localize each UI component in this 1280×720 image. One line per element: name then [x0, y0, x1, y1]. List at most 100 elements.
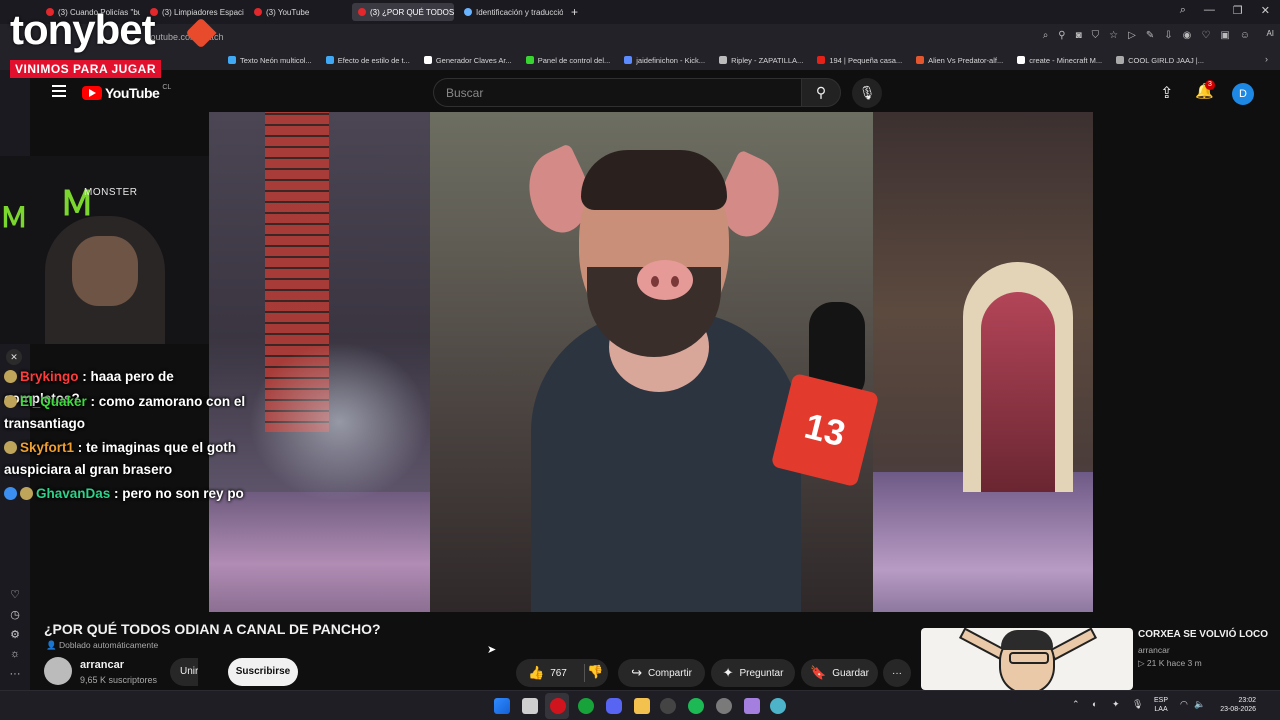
tray-app-icon[interactable]: ✦	[1112, 699, 1120, 710]
bookmark-item[interactable]: 194 | Pequeña casa...	[817, 56, 902, 65]
maximize-icon[interactable]: ❐	[1233, 4, 1243, 17]
browser-tab[interactable]: (3) Limpiadores Espaciale	[144, 3, 244, 21]
video-player[interactable]: 13	[209, 112, 1093, 612]
heart-icon[interactable]: ♡	[1201, 30, 1210, 41]
thumbs-down-icon[interactable]: 👎	[587, 664, 603, 680]
thumbs-up-icon[interactable]: 👍	[528, 665, 544, 681]
youtube-play-icon	[82, 86, 102, 100]
translate-icon[interactable]: ⚲	[1058, 30, 1065, 41]
avatar[interactable]: D	[1232, 83, 1254, 105]
settings-app-icon[interactable]	[716, 698, 732, 714]
camera-icon[interactable]: ◙	[1076, 30, 1082, 41]
more-actions-button[interactable]: ···	[883, 659, 911, 687]
like-divider	[584, 664, 585, 682]
bookmark-item[interactable]: Texto Neón multicol...	[228, 56, 312, 65]
new-tab-button[interactable]: +	[571, 5, 578, 19]
zoom-icon[interactable]: ⌕	[1043, 30, 1049, 41]
windows-start-icon[interactable]	[494, 698, 510, 714]
channel-avatar[interactable]	[44, 657, 72, 685]
gear-icon[interactable]: ⚙	[4, 628, 26, 641]
floor	[209, 492, 430, 612]
close-icon[interactable]: ✕	[1261, 4, 1270, 17]
share-button[interactable]: ↪ Compartir	[618, 659, 705, 687]
wallet-icon[interactable]: ▣	[1220, 30, 1229, 41]
bookmark-icon	[624, 56, 633, 64]
chat-badge-icon	[4, 370, 17, 383]
minimize-icon[interactable]: —	[1204, 4, 1215, 17]
browser-tab[interactable]: Identificación y traducció	[458, 3, 563, 21]
edit-icon[interactable]: ✎	[1146, 30, 1154, 41]
bookmark-item[interactable]: Efecto de estilo de t...	[325, 56, 410, 65]
folder-icon[interactable]	[634, 698, 650, 714]
video-title: ¿POR QUÉ TODOS ODIAN A CANAL DE PANCHO?	[44, 621, 381, 637]
browser-icon[interactable]	[770, 698, 786, 714]
chevron-up-icon[interactable]: ⌃	[1072, 699, 1080, 710]
bookmark-item[interactable]: Alien Vs Predator-alf...	[916, 56, 1003, 65]
search-input[interactable]: Buscar	[433, 78, 801, 107]
chevron-right-icon[interactable]: ›	[1265, 54, 1268, 64]
heart-icon[interactable]: ♡	[4, 588, 26, 601]
camera-alt-icon[interactable]: ◉	[1183, 30, 1192, 41]
channel-name[interactable]: arrancar	[80, 659, 124, 671]
window-controls: ⌕ — ❐ ✕	[1180, 4, 1270, 17]
obs-icon[interactable]	[660, 698, 676, 714]
task-view-icon[interactable]	[522, 698, 538, 714]
history-icon[interactable]: ◷	[4, 608, 26, 621]
opera-icon[interactable]	[550, 698, 566, 714]
save-button[interactable]: 🔖 Guardar	[801, 659, 878, 687]
url-field[interactable]: youtube.com/watch	[140, 29, 1040, 46]
voice-search-button[interactable]: 🎙	[852, 78, 882, 108]
clock-time: 23:02	[1238, 697, 1256, 704]
more-icon[interactable]: ···	[4, 668, 26, 680]
recommended-channel[interactable]: arrancar	[1138, 645, 1170, 655]
tray-app-icon[interactable]: ◐	[1092, 699, 1097, 709]
search-tabs-icon[interactable]: ⌕	[1180, 4, 1186, 17]
profile-icon[interactable]: ☺	[1240, 30, 1250, 41]
close-icon[interactable]: ✕	[6, 349, 22, 365]
youtube-header: YouTube CL Buscar ⚲ 🎙 ⇪ 🔔 3 D	[30, 74, 1280, 112]
chat-badge-icon	[4, 441, 17, 454]
browser-tab-active[interactable]: (3) ¿POR QUÉ TODOS OD	[352, 3, 454, 21]
bookmark-item[interactable]: Generador Claves Ar...	[423, 56, 512, 65]
discord-icon[interactable]	[606, 698, 622, 714]
volume-icon[interactable]: 🔈	[1194, 699, 1205, 710]
language-indicator[interactable]: ESP LAA	[1154, 696, 1168, 714]
bookmark-item[interactable]: COOL GIRLD JAAJ |...	[1116, 56, 1204, 65]
xbox-icon[interactable]	[578, 698, 594, 714]
play-icon[interactable]: ▷	[1128, 30, 1136, 41]
bookmark-item[interactable]: create - Minecraft M...	[1017, 56, 1102, 65]
cartoon-arm	[1048, 628, 1098, 661]
star-icon[interactable]: ☆	[1109, 30, 1118, 41]
document-icon	[1017, 56, 1026, 64]
browser-tab[interactable]: (3) YouTube	[248, 3, 348, 21]
app-icon[interactable]	[744, 698, 760, 714]
sparkle-icon: ✦	[722, 665, 734, 680]
like-count[interactable]: 767	[550, 668, 567, 679]
ai-button[interactable]: AI	[1266, 29, 1274, 38]
system-clock[interactable]: 23:02 23-08-2026	[1208, 696, 1256, 714]
recommended-thumbnail[interactable]	[921, 628, 1133, 690]
search-button[interactable]: ⚲	[801, 78, 841, 107]
ask-label: Preguntar	[739, 667, 784, 679]
youtube-logo[interactable]: YouTube CL	[82, 84, 171, 101]
bookmark-item[interactable]: jaidefinichon - Kick...	[624, 56, 705, 65]
bookmark-label: 194 | Pequeña casa...	[829, 55, 903, 65]
shield-icon[interactable]: ⛉	[1092, 30, 1100, 41]
download-icon[interactable]: ⇩	[1164, 30, 1172, 41]
recommended-title[interactable]: CORXEA SE VOLVIÓ LOCO	[1138, 629, 1268, 640]
document-icon	[423, 56, 432, 64]
bookmark-item[interactable]: Ripley - ZAPATILLA...	[719, 56, 803, 65]
ask-button[interactable]: ✦ Preguntar	[711, 659, 795, 687]
chat-message: GhavanDas : pero no son rey po	[4, 483, 249, 505]
lightbulb-icon[interactable]: ☼	[4, 648, 26, 660]
tray-mic-icon[interactable]: 🎙	[1132, 699, 1143, 710]
menu-icon[interactable]	[52, 85, 66, 97]
spotify-icon[interactable]	[688, 698, 704, 714]
chat-text: : pero no son rey po	[110, 486, 244, 501]
upload-icon[interactable]: ⇪	[1160, 83, 1173, 103]
streamer-webcam: Ｍ Ｍ MONSTER	[0, 156, 209, 344]
wifi-icon[interactable]: ◠	[1180, 699, 1188, 710]
subscribe-button[interactable]: Suscribirse	[228, 658, 298, 686]
bookmark-item[interactable]: Panel de control del...	[525, 56, 610, 65]
dubbing-text: Doblado automáticamente	[58, 640, 159, 650]
